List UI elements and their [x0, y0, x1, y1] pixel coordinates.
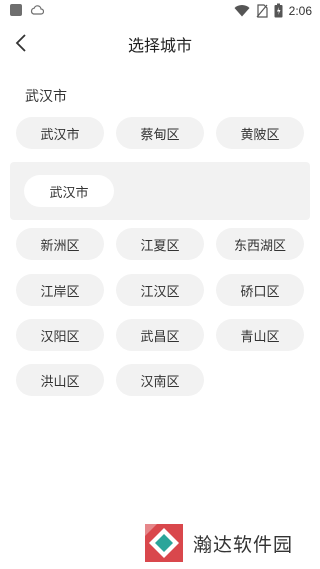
district-chip[interactable]: 青山区: [216, 319, 304, 351]
district-chip[interactable]: 江岸区: [16, 274, 104, 306]
watermark-text: 瀚达软件园: [193, 533, 294, 556]
district-chip[interactable]: 汉南区: [116, 364, 204, 396]
selected-city-panel: 武汉市: [10, 162, 310, 220]
section-label: 武汉市: [25, 89, 67, 105]
battery-icon: [274, 3, 283, 18]
district-chip[interactable]: 东西湖区: [216, 228, 304, 260]
watermark: 瀚达软件园: [143, 522, 293, 564]
district-chip-huangpi[interactable]: 黄陂区: [216, 117, 304, 149]
district-chip[interactable]: 江夏区: [116, 228, 204, 260]
district-chip[interactable]: 洪山区: [16, 364, 104, 396]
status-bar: 2:06: [0, 0, 320, 22]
district-chip[interactable]: 江汉区: [116, 274, 204, 306]
selected-city-chip[interactable]: 武汉市: [24, 175, 114, 207]
page-title: 选择城市: [127, 36, 192, 55]
district-chip[interactable]: 汉阳区: [16, 319, 104, 351]
district-chip[interactable]: 武昌区: [116, 319, 204, 351]
district-chip[interactable]: 新洲区: [16, 228, 104, 260]
header: 选择城市: [0, 26, 320, 60]
district-chip[interactable]: 硚口区: [216, 274, 304, 306]
city-chip-wuhan[interactable]: 武汉市: [16, 117, 104, 149]
app-square-icon: [10, 4, 22, 16]
watermark-logo-icon: [145, 524, 183, 562]
status-time: 2:06: [288, 3, 312, 18]
wifi-icon: [234, 4, 250, 17]
cloud-icon: [30, 5, 44, 15]
district-chip-caidian[interactable]: 蔡甸区: [116, 117, 204, 149]
no-sim-icon: [256, 3, 268, 18]
